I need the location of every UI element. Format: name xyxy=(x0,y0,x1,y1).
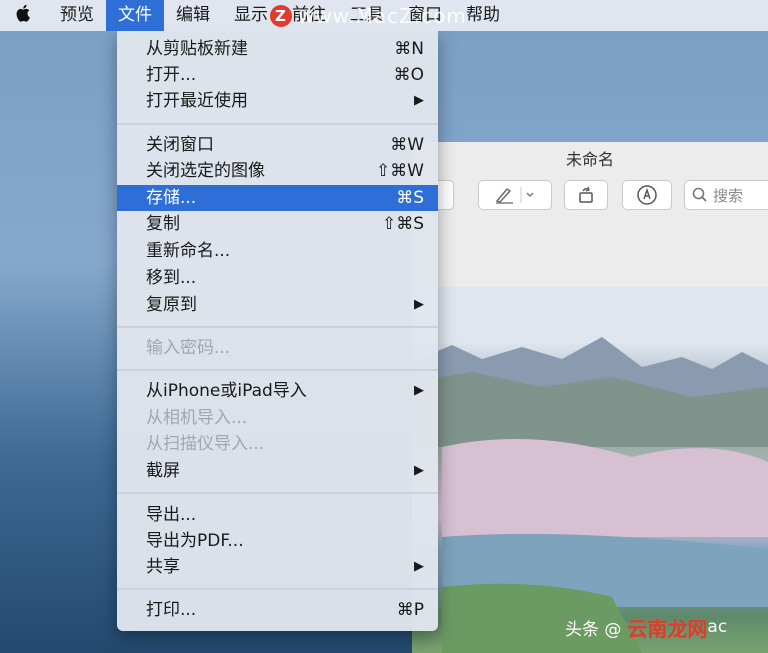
watermark: Z www.MacZ.com xyxy=(270,2,467,29)
menu-item-import-from-camera: 从相机导入... xyxy=(117,405,438,431)
menu-item-label: 共享 xyxy=(146,557,180,577)
menu-item-share[interactable]: 共享 ▶ xyxy=(117,554,438,580)
menu-separator xyxy=(117,326,438,328)
menu-item-close-selected-images[interactable]: 关闭选定的图像 ⇧⌘W xyxy=(117,158,438,184)
footer-suffix: ac xyxy=(707,617,728,637)
menu-item-duplicate[interactable]: 复制 ⇧⌘S xyxy=(117,211,438,237)
menu-item-label: 从剪贴板新建 xyxy=(146,39,248,59)
menu-item-label: 关闭选定的图像 xyxy=(146,161,265,181)
menu-item-import-from-scanner: 从扫描仪导入... xyxy=(117,431,438,457)
submenu-arrow-icon: ▶ xyxy=(414,559,424,574)
landscape-image xyxy=(412,287,768,653)
menu-item-open[interactable]: 打开... ⌘O xyxy=(117,62,438,88)
menu-item-label: 打开... xyxy=(146,65,197,85)
menu-item-save[interactable]: 存储... ⌘S xyxy=(117,185,438,211)
preview-window: 未命名 搜索 xyxy=(412,142,768,653)
watermark-text: www.MacZ.com xyxy=(298,3,467,28)
menu-item-shortcut: ⌘S xyxy=(396,188,424,208)
submenu-arrow-icon: ▶ xyxy=(414,383,424,398)
menu-item-enter-password: 输入密码... xyxy=(117,335,438,361)
toolbar: 搜索 xyxy=(412,178,768,218)
menu-separator xyxy=(117,492,438,494)
file-menu: 从剪贴板新建 ⌘N 打开... ⌘O 打开最近使用 ▶ 关闭窗口 ⌘W 关闭选定… xyxy=(117,31,438,631)
menu-item-label: 重新命名... xyxy=(146,241,231,261)
submenu-arrow-icon: ▶ xyxy=(414,463,424,478)
menu-item-label: 从iPhone或iPad导入 xyxy=(146,381,307,401)
menu-item-move-to[interactable]: 移到... xyxy=(117,265,438,291)
menu-item-shortcut: ⌘W xyxy=(390,135,424,155)
menu-item-label: 输入密码... xyxy=(146,338,231,358)
pen-icon xyxy=(495,187,534,204)
menu-item-label: 移到... xyxy=(146,268,197,288)
menu-item-shortcut: ⌘P xyxy=(396,600,424,620)
menu-item-label: 复制 xyxy=(146,214,180,234)
menu-item-export-as-pdf[interactable]: 导出为PDF... xyxy=(117,528,438,554)
menu-item-shortcut: ⌘O xyxy=(393,65,424,85)
search-icon xyxy=(692,187,707,202)
landscape-illustration xyxy=(412,337,768,653)
menu-item-label: 关闭窗口 xyxy=(146,135,214,155)
menu-item-label: 存储... xyxy=(146,188,197,208)
menu-item-revert-to[interactable]: 复原到 ▶ xyxy=(117,292,438,318)
menu-item-screenshot[interactable]: 截屏 ▶ xyxy=(117,458,438,484)
menu-item-label: 从相机导入... xyxy=(146,408,248,428)
submenu-arrow-icon: ▶ xyxy=(414,93,424,108)
rotate-button[interactable] xyxy=(564,180,608,210)
markup-button[interactable] xyxy=(478,180,552,210)
menu-item-label: 从扫描仪导入... xyxy=(146,434,265,454)
menu-separator xyxy=(117,588,438,590)
search-placeholder: 搜索 xyxy=(713,186,744,205)
menu-separator xyxy=(117,123,438,125)
menu-separator xyxy=(117,369,438,371)
menu-edit[interactable]: 编辑 xyxy=(164,0,222,31)
submenu-arrow-icon: ▶ xyxy=(414,297,424,312)
menu-item-label: 打印... xyxy=(146,600,197,620)
menu-item-label: 导出为PDF... xyxy=(146,531,244,551)
menu-item-shortcut: ⌘N xyxy=(394,39,424,59)
annotate-button[interactable] xyxy=(622,180,672,210)
footer-watermark: 头条 @ 云南龙网 ac xyxy=(565,612,727,642)
markup-circle-icon xyxy=(637,185,657,205)
menu-item-new-from-clipboard[interactable]: 从剪贴板新建 ⌘N xyxy=(117,36,438,62)
z-logo-icon: Z xyxy=(270,4,292,27)
menu-item-label: 截屏 xyxy=(146,461,180,481)
rotate-icon xyxy=(579,186,593,203)
footer-prefix: 头条 @ xyxy=(565,619,622,640)
apple-icon[interactable] xyxy=(0,4,48,27)
search-field[interactable]: 搜索 xyxy=(684,180,768,210)
window-title: 未命名 xyxy=(565,150,614,169)
menu-item-rename[interactable]: 重新命名... xyxy=(117,238,438,264)
menu-item-export[interactable]: 导出... xyxy=(117,502,438,528)
menu-item-import-from-iphone[interactable]: 从iPhone或iPad导入 ▶ xyxy=(117,378,438,404)
menu-item-shortcut: ⇧⌘W xyxy=(375,161,424,181)
menu-item-label: 复原到 xyxy=(146,295,197,315)
menu-item-label: 导出... xyxy=(146,505,197,525)
menu-item-close-window[interactable]: 关闭窗口 ⌘W xyxy=(117,132,438,158)
menu-file[interactable]: 文件 xyxy=(106,0,164,31)
menu-item-shortcut: ⇧⌘S xyxy=(381,214,424,234)
menu-item-label: 打开最近使用 xyxy=(146,91,248,111)
menu-item-open-recent[interactable]: 打开最近使用 ▶ xyxy=(117,88,438,114)
menu-item-print[interactable]: 打印... ⌘P xyxy=(117,597,438,623)
footer-brand: 云南龙网 xyxy=(627,616,708,641)
menu-preview[interactable]: 预览 xyxy=(48,0,106,31)
